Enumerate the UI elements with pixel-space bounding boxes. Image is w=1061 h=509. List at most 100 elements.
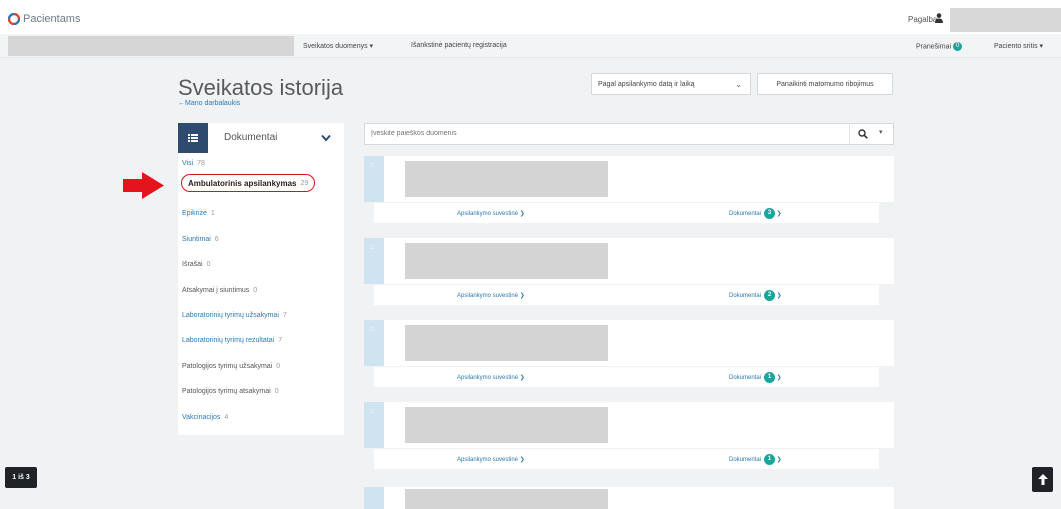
visit-documents-link[interactable]: Dokumentai 3 ❯: [729, 208, 782, 219]
top-bar: Pacientams Pagalba: [0, 0, 1061, 34]
documents-count-badge: 1: [764, 372, 776, 383]
visit-info-redacted: [405, 489, 608, 509]
documents-count-badge: 2: [764, 290, 776, 301]
visit-info-redacted: [405, 325, 608, 361]
nav-patient-area[interactable]: Paciento sritis ▾: [994, 42, 1043, 50]
visit-documents-label: Dokumentai: [729, 374, 762, 381]
chevron-down-icon: [321, 134, 331, 142]
sidebar-item-label: Vakcinacijos: [182, 414, 221, 421]
visit-card-body[interactable]: □: [364, 238, 894, 284]
sidebar-item-pathology-answers[interactable]: Patologijos tyrimų atsakymai 0: [182, 388, 279, 395]
visit-card-footer: Apsilankymo suvestinė ❯ Dokumentai 1 ❯: [374, 449, 879, 469]
visit-summary-label: Apsilankymo suvestinė: [457, 457, 519, 463]
visit-card: □ Apsilankymo suvestinė ❯ Dokumentai 2 ❯: [364, 238, 894, 305]
sidebar-item-extracts[interactable]: Išrašai 0: [182, 261, 211, 268]
pagination-indicator[interactable]: 1 iš 3: [5, 467, 37, 488]
visit-documents-link[interactable]: Dokumentai 2 ❯: [729, 290, 782, 301]
scroll-to-top-button[interactable]: [1032, 467, 1053, 492]
sidebar-item-referral-answers[interactable]: Atsakymai į siuntimus 0: [182, 287, 257, 294]
notifications-badge: 0: [953, 42, 963, 51]
documents-sidebar: Dokumentai Visi 78 Ambulatorinis apsilank…: [178, 123, 344, 435]
sidebar-item-label: Laboratorinių tyrimų rezultatai: [182, 337, 275, 344]
user-icon[interactable]: [935, 13, 943, 23]
visit-card-tab: [364, 487, 384, 509]
visit-card-body[interactable]: □: [364, 156, 894, 202]
visit-summary-link[interactable]: Apsilankymo suvestinė ❯: [457, 292, 525, 299]
visit-info-redacted: [405, 161, 608, 197]
sidebar-item-count: 7: [278, 337, 283, 344]
sidebar-item-count: 78: [197, 160, 205, 167]
search-options-dropdown[interactable]: ▾: [879, 128, 883, 136]
sidebar-item-count: 6: [214, 236, 219, 243]
visit-card-tab: □: [364, 320, 384, 366]
visit-documents-label: Dokumentai: [729, 292, 762, 299]
visit-info-redacted: [405, 243, 608, 279]
nav-redacted-area: [8, 36, 294, 56]
visit-summary-link[interactable]: Apsilankymo suvestinė ❯: [457, 456, 525, 463]
visit-info-redacted: [405, 407, 608, 443]
nav-notifications-label: Pranešimai: [916, 43, 952, 51]
arrow-up-icon: [1037, 474, 1048, 485]
nav-registration[interactable]: Išankstinė pacientų registracija: [411, 42, 507, 49]
visit-documents-link[interactable]: Dokumentai 1 ❯: [729, 454, 782, 465]
clear-visibility-button[interactable]: Panaikinti matomumo ribojimus: [757, 73, 893, 95]
sidebar-item-count: 4: [224, 414, 229, 421]
visit-documents-label: Dokumentai: [729, 456, 762, 463]
sidebar-item-label: Ambulatorinis apsilankymas: [188, 178, 297, 188]
list-icon: [178, 123, 208, 153]
visit-card-tab: □: [364, 156, 384, 202]
visit-summary-label: Apsilankymo suvestinė: [457, 293, 519, 299]
sidebar-item-pathology-orders[interactable]: Patologijos tyrimų užsakymai 0: [182, 363, 280, 370]
visit-documents-label: Dokumentai: [729, 210, 762, 217]
sort-select[interactable]: Pagal apsilankymo datą ir laiką ⌄: [591, 73, 751, 95]
visit-documents-link[interactable]: Dokumentai 1 ❯: [729, 372, 782, 383]
sidebar-item-label: Atsakymai į siuntimus: [182, 287, 250, 294]
search-icon[interactable]: [858, 129, 868, 139]
nav-bar: Sveikatos duomenys ▾ Išankstinė pacientų…: [0, 34, 1061, 58]
sidebar-item-label: Patologijos tyrimų užsakymai: [182, 363, 273, 370]
sidebar-item-label: Siuntimai: [182, 236, 211, 243]
visit-summary-link[interactable]: Apsilankymo suvestinė ❯: [457, 374, 525, 381]
search-bar: ▾: [364, 123, 894, 145]
sidebar-item-label: Visi: [182, 160, 194, 167]
brand[interactable]: Pacientams: [8, 13, 80, 25]
visit-summary-label: Apsilankymo suvestinė: [457, 211, 519, 217]
search-divider: [849, 124, 850, 144]
sidebar-item-lab-orders[interactable]: Laboratorinių tyrimų užsakymai 7: [182, 312, 287, 319]
sidebar-item-count: 0: [206, 261, 211, 268]
sidebar-item-lab-results[interactable]: Laboratorinių tyrimų rezultatai 7: [182, 337, 282, 344]
documents-count-badge: 3: [764, 208, 776, 219]
sidebar-item-epicrisis[interactable]: Epikrizė 1: [182, 210, 215, 217]
sidebar-item-count: 0: [274, 388, 279, 395]
search-input[interactable]: [371, 130, 841, 137]
sidebar-header-label: Dokumentai: [224, 132, 278, 143]
visit-card[interactable]: [364, 487, 894, 509]
sidebar-header[interactable]: Dokumentai: [178, 123, 344, 153]
sort-select-value: Pagal apsilankymo datą ir laiką: [598, 81, 695, 88]
sidebar-item-label: Patologijos tyrimų atsakymai: [182, 388, 271, 395]
visit-card-tab-mark: □: [370, 409, 374, 415]
visit-card-body[interactable]: □: [364, 402, 894, 448]
visit-card-footer: Apsilankymo suvestinė ❯ Dokumentai 2 ❯: [374, 285, 879, 305]
visit-card-footer: Apsilankymo suvestinė ❯ Dokumentai 1 ❯: [374, 367, 879, 387]
visit-summary-link[interactable]: Apsilankymo suvestinė ❯: [457, 210, 525, 217]
back-to-dashboard-link[interactable]: ←Mano darbalaukis: [178, 100, 240, 107]
visit-card-tab: □: [364, 402, 384, 448]
brand-logo-icon: [8, 13, 20, 25]
page-title: Sveikatos istorija: [178, 75, 344, 100]
sidebar-item-ambulatory-visit[interactable]: Ambulatorinis apsilankymas 29: [181, 174, 316, 192]
red-arrow-icon: [123, 172, 164, 199]
nav-health-data[interactable]: Sveikatos duomenys ▾: [303, 42, 373, 50]
user-name-redacted[interactable]: [950, 8, 1061, 32]
sidebar-item-label: Epikrizė: [182, 210, 207, 217]
visit-card: □ Apsilankymo suvestinė ❯ Dokumentai 3 ❯: [364, 156, 894, 223]
help-link[interactable]: Pagalba: [908, 15, 937, 24]
sidebar-item-all[interactable]: Visi 78: [182, 160, 205, 167]
sidebar-item-vaccinations[interactable]: Vakcinacijos 4: [182, 414, 228, 421]
chevron-down-icon: ⌄: [735, 80, 742, 89]
visit-summary-label: Apsilankymo suvestinė: [457, 375, 519, 381]
sidebar-item-count: 0: [276, 363, 281, 370]
nav-notifications[interactable]: Pranešimai 0: [916, 42, 963, 51]
sidebar-item-referrals[interactable]: Siuntimai 6: [182, 236, 219, 243]
visit-card-body[interactable]: □: [364, 320, 894, 366]
